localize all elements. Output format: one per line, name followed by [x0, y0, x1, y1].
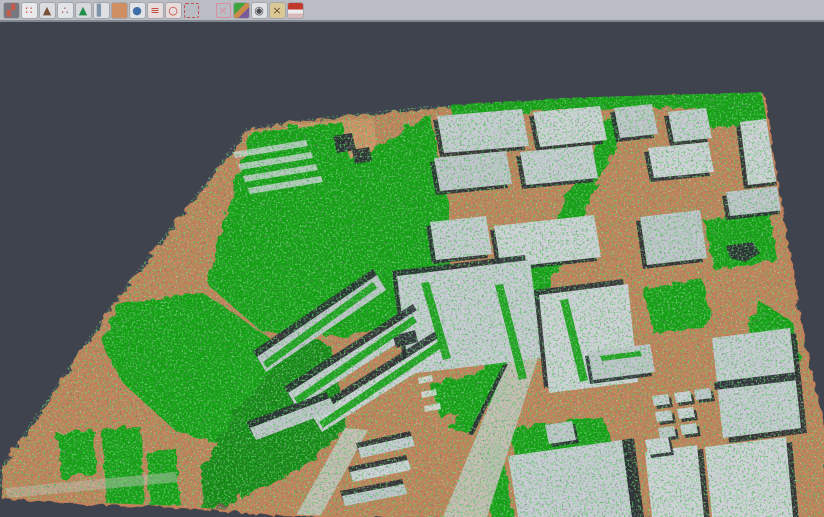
- toolbar-group: ▞ ∷ ▲ ∴ ▲ ▌ ● ≡ ○: [2, 3, 200, 18]
- viewport-3d[interactable]: [0, 0, 824, 517]
- measure-box-icon-glyph: ×: [272, 3, 281, 18]
- red-list-icon-glyph: ≡: [150, 3, 159, 18]
- profile-icon[interactable]: ▌: [94, 3, 109, 18]
- dark-sphere-icon-glyph: ◉: [254, 3, 264, 18]
- project-icon-glyph: ▞: [7, 3, 15, 18]
- terrain-brown-icon-glyph: ▲: [43, 3, 51, 18]
- red-stripe-icon[interactable]: [288, 3, 303, 18]
- terrain-green-icon-glyph: ▲: [79, 3, 87, 18]
- toolbar: ▞ ∷ ▲ ∴ ▲ ▌ ● ≡ ○ × ◉ ×: [0, 0, 824, 22]
- globe-icon-glyph: ●: [132, 3, 142, 18]
- red-list-icon[interactable]: ≡: [148, 3, 163, 18]
- terrain-brown-icon[interactable]: ▲: [40, 3, 55, 18]
- points-stats-icon[interactable]: ∷: [22, 3, 37, 18]
- red-circle-icon-glyph: ○: [168, 3, 178, 18]
- crop-brackets-icon[interactable]: [184, 3, 199, 18]
- sample-points-icon-glyph: ∴: [62, 3, 69, 18]
- measure-box-icon[interactable]: ×: [270, 3, 285, 18]
- red-circle-icon[interactable]: ○: [166, 3, 181, 18]
- profile-icon-glyph: ▌: [97, 3, 105, 18]
- toolbar-group: × ◉ ×: [214, 3, 304, 18]
- ground-tile-icon[interactable]: [112, 3, 127, 18]
- pink-select-icon[interactable]: ×: [216, 3, 231, 18]
- classification-colors-icon[interactable]: [234, 3, 249, 18]
- pink-select-icon-glyph: ×: [218, 3, 227, 18]
- globe-icon[interactable]: ●: [130, 3, 145, 18]
- dark-sphere-icon[interactable]: ◉: [252, 3, 267, 18]
- terrain-green-icon[interactable]: ▲: [76, 3, 91, 18]
- points-stats-icon-glyph: ∷: [26, 3, 33, 18]
- project-icon[interactable]: ▞: [4, 3, 19, 18]
- sample-points-icon[interactable]: ∴: [58, 3, 73, 18]
